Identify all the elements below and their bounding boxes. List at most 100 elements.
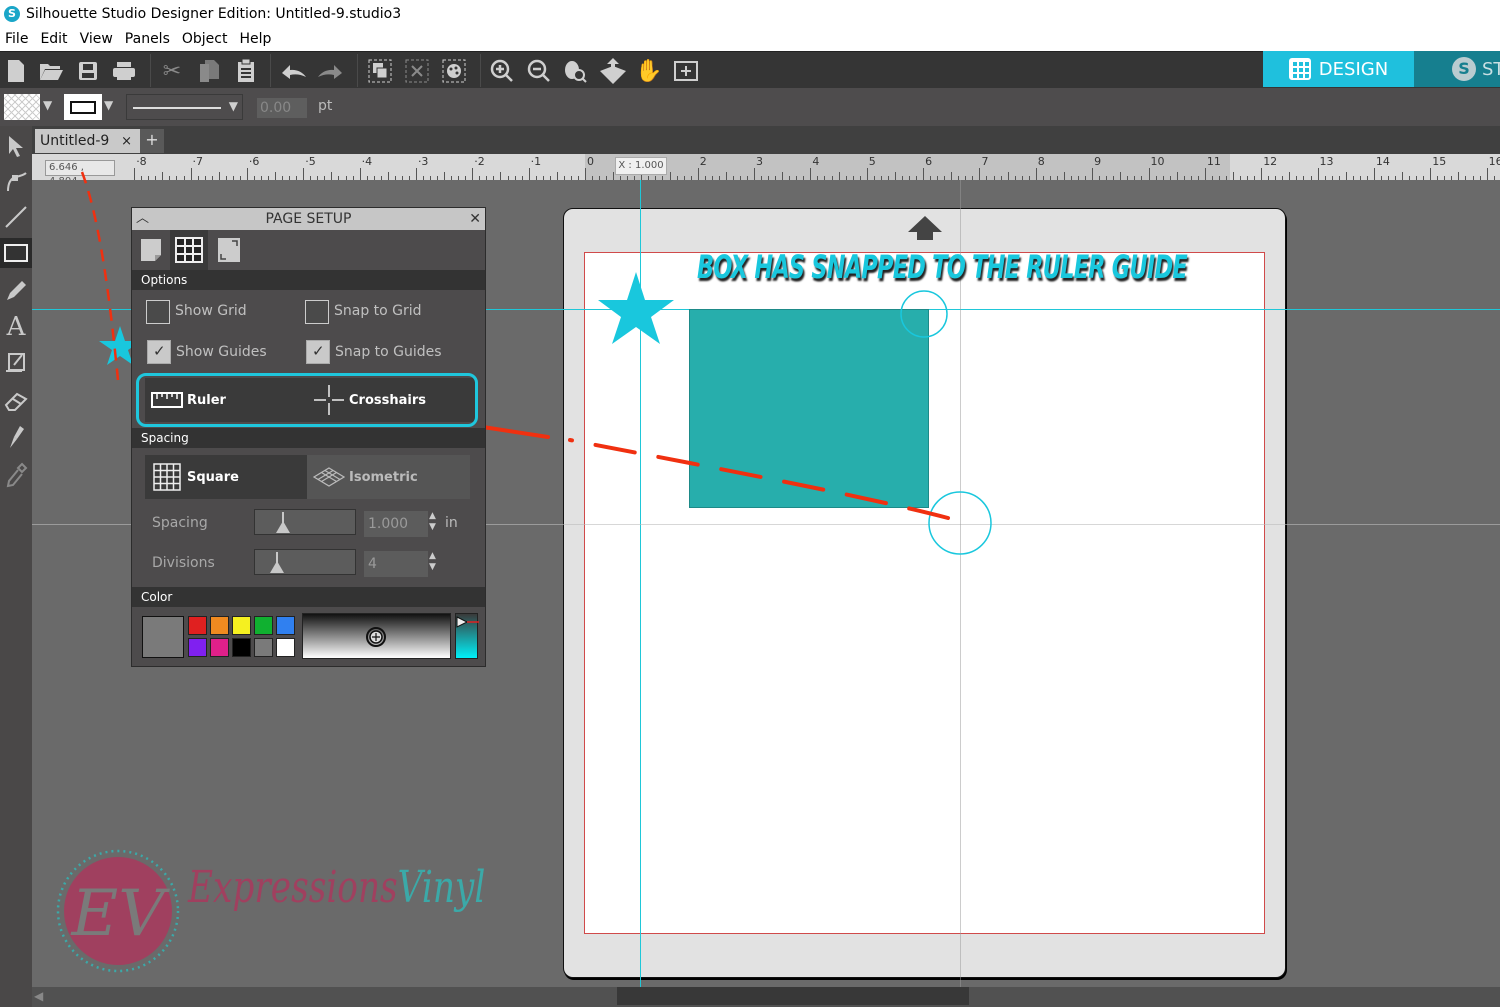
menu-view[interactable]: View [74,31,119,47]
menu-help[interactable]: Help [233,31,277,47]
ungroup-icon[interactable] [403,57,431,85]
scrollbar-thumb[interactable] [617,987,969,1005]
ruler-label: ·2 [474,155,485,168]
horizontal-ruler[interactable]: ·8·7·6·5·4·3·2·1012345678910111213141516 [32,154,1500,180]
document-tab[interactable]: Untitled-9 × [35,129,140,153]
spacing-input[interactable]: 1.000 [364,511,428,537]
color-swatch[interactable] [232,638,251,657]
crosshairs-style-button[interactable]: Crosshairs [313,378,475,422]
point-edit-tool-icon[interactable] [2,166,30,196]
freehand-tool-icon[interactable] [2,276,30,306]
ruler-label: 8 [1037,155,1045,168]
select-tool-icon[interactable] [2,131,30,161]
toolbar-separator [150,54,151,87]
spacing-stepper[interactable]: ▲ ▼ [429,511,436,533]
sketch-tool-icon[interactable] [2,348,30,378]
close-panel-icon[interactable]: ✕ [469,208,481,230]
menu-edit[interactable]: Edit [34,31,73,47]
save-icon[interactable] [74,57,102,85]
page-tab[interactable] [132,230,170,270]
zoom-select-icon[interactable] [561,57,589,85]
ruler-major-tick [246,168,248,180]
spacing-unit: in [445,515,458,531]
divisions-slider[interactable] [254,549,356,575]
hue-slider[interactable] [455,613,479,659]
fill-color-swatch[interactable] [4,94,40,120]
snapped-rectangle[interactable] [689,309,929,508]
zoom-out-icon[interactable] [525,57,553,85]
eraser-tool-icon[interactable] [2,386,30,416]
ruler-minor-tick [1176,172,1178,180]
snap-to-grid-checkbox[interactable] [305,300,329,324]
show-grid-checkbox[interactable] [146,300,170,324]
current-color-swatch[interactable] [142,616,184,658]
spacing-slider[interactable] [254,509,356,535]
menu-object[interactable]: Object [176,31,234,47]
color-gradient-picker[interactable] [302,613,451,659]
group-icon[interactable] [366,57,394,85]
design-mode-tab[interactable]: DESIGN [1263,51,1414,87]
ruler-label: ·8 [136,155,147,168]
cut-icon[interactable]: ✂ [158,57,186,85]
fit-to-page-icon[interactable] [672,57,700,85]
pan-drag-icon[interactable] [598,57,626,85]
color-swatch[interactable] [210,638,229,657]
line-tool-icon[interactable] [2,202,30,232]
eyedropper-tool-icon[interactable] [2,460,30,490]
registration-tab[interactable] [210,230,248,270]
compound-path-icon[interactable] [440,57,468,85]
ruler-minor-tick [725,172,727,180]
vertical-guide-line[interactable] [640,180,641,987]
line-style-select[interactable]: ▼ [126,94,243,120]
slider-handle[interactable] [270,561,284,573]
add-tab-button[interactable]: + [140,129,164,153]
color-swatch[interactable] [276,616,295,635]
open-folder-icon[interactable] [37,57,65,85]
grid-tab[interactable] [170,230,208,270]
line-color-dropdown-arrow-icon[interactable]: ▼ [104,98,113,112]
text-tool-icon[interactable]: A [2,312,30,342]
horizontal-scrollbar[interactable]: ◀ [32,987,1500,1007]
ruler-minor-tick [275,172,277,180]
ruler-style-button[interactable]: Ruler [145,378,310,422]
color-picker-target-icon[interactable] [365,626,387,648]
snap-to-guides-checkbox[interactable] [306,340,330,364]
fill-dropdown-arrow-icon[interactable]: ▼ [43,98,52,112]
color-swatch[interactable] [276,638,295,657]
new-document-icon[interactable] [2,57,30,85]
panel-header[interactable]: ︿ PAGE SETUP ✕ [132,208,485,230]
close-tab-icon[interactable]: × [121,134,132,149]
rectangle-tool-icon[interactable] [0,238,32,268]
hand-icon[interactable]: ✋ [635,57,663,85]
ruler-label: 14 [1375,155,1390,168]
square-grid-button[interactable]: Square [145,455,307,499]
copy-icon[interactable] [195,57,223,85]
divisions-input[interactable]: 4 [364,551,428,577]
zoom-in-icon[interactable] [488,57,516,85]
color-swatch[interactable] [254,638,273,657]
color-swatch[interactable] [188,616,207,635]
color-swatch[interactable] [232,616,251,635]
line-width-input[interactable]: 0.00 [257,98,307,118]
line-color-swatch[interactable] [64,94,102,120]
knife-tool-icon[interactable] [2,422,30,452]
hue-slider-handle[interactable] [456,616,479,630]
undo-icon[interactable] [280,57,308,85]
menu-panels[interactable]: Panels [119,31,176,47]
color-swatch[interactable] [210,616,229,635]
slider-handle[interactable] [276,521,290,533]
feed-direction-arrow-icon [906,214,944,246]
color-swatch[interactable] [254,616,273,635]
divisions-stepper[interactable]: ▲ ▼ [429,551,436,573]
menu-file[interactable]: File [0,31,34,47]
redo-icon[interactable] [316,57,344,85]
paste-icon[interactable] [232,57,260,85]
color-swatch[interactable] [188,638,207,657]
ruler-label: 9 [1094,155,1102,168]
show-guides-checkbox[interactable] [147,340,171,364]
scroll-left-icon[interactable]: ◀ [34,989,50,1005]
print-icon[interactable] [110,57,138,85]
collapse-chevron-icon[interactable]: ︿ [136,208,149,230]
store-mode-tab[interactable]: S ST [1414,51,1500,87]
isometric-grid-button[interactable]: Isometric [307,455,470,499]
